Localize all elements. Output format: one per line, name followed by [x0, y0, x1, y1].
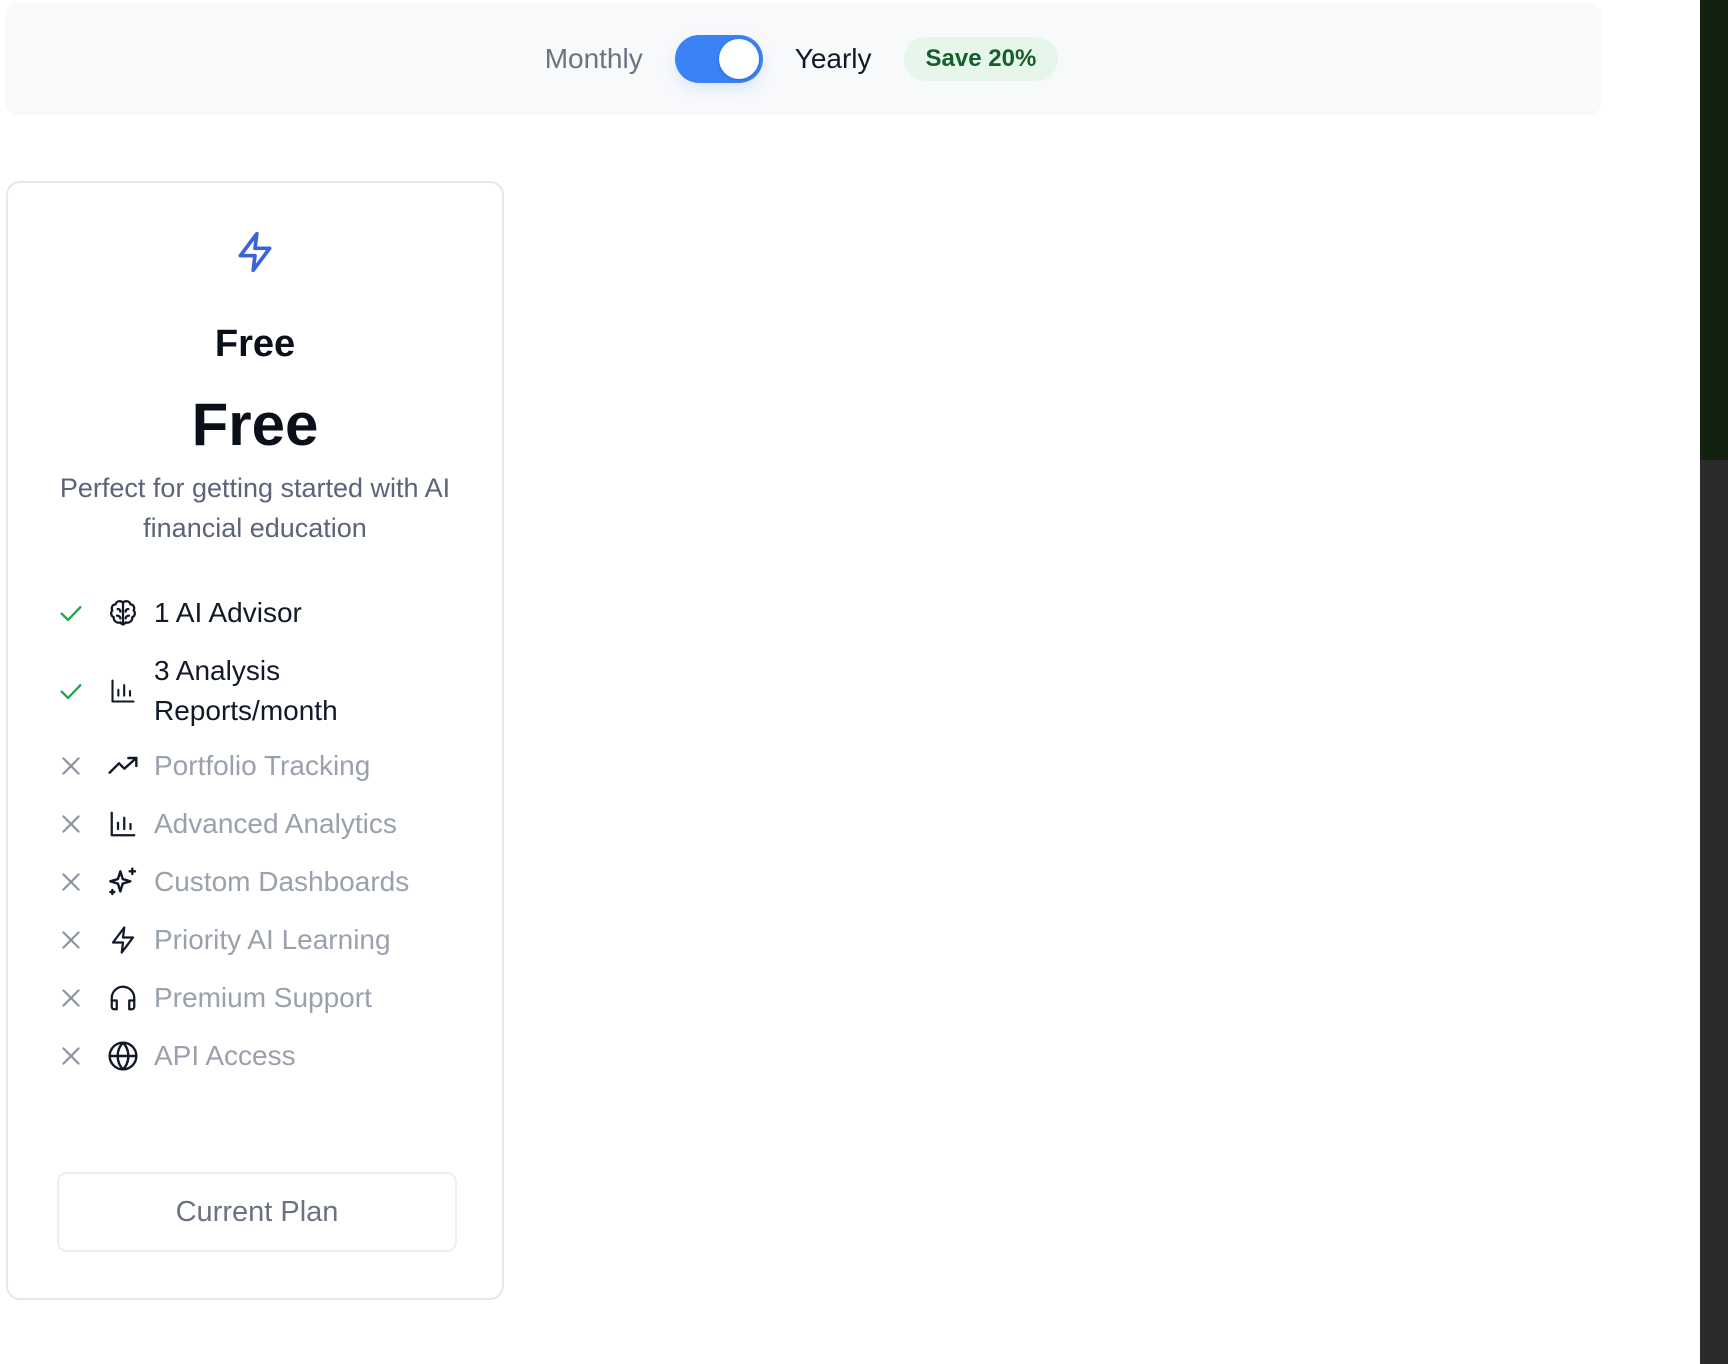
close-icon: [56, 809, 86, 839]
sparkles-icon: [106, 865, 140, 899]
feature-item: 1 AI Advisor: [56, 593, 476, 633]
bar-chart-icon: [106, 674, 140, 708]
check-icon: [56, 676, 86, 706]
feature-item: API Access: [56, 1036, 476, 1076]
check-icon: [56, 598, 86, 628]
plan-description: Perfect for getting started with AI fina…: [59, 473, 451, 543]
feature-label: Custom Dashboards: [154, 866, 410, 897]
save-badge: Save 20%: [903, 37, 1059, 81]
plan-card-free: Free Free Perfect for getting started wi…: [6, 181, 504, 1300]
plan-name: Free: [214, 323, 296, 365]
billing-period-bar: Monthly Yearly Save 20%: [5, 3, 1602, 115]
close-icon: [56, 867, 86, 897]
billing-period-toggle[interactable]: [674, 35, 763, 83]
close-icon: [56, 1041, 86, 1071]
feature-item: Advanced Analytics: [56, 804, 476, 844]
feature-item: Premium Support: [56, 978, 476, 1018]
feature-label: 1 AI Advisor: [154, 597, 302, 628]
bar-chart-icon: [106, 807, 140, 841]
plan-price: Free: [191, 391, 319, 458]
feature-item: Priority AI Learning: [56, 920, 476, 960]
monthly-label[interactable]: Monthly: [545, 45, 643, 73]
feature-item: Custom Dashboards: [56, 862, 476, 902]
lightning-icon: [8, 227, 502, 277]
lightning-icon: [106, 923, 140, 957]
current-plan-button[interactable]: Current Plan: [57, 1172, 457, 1252]
pricing-page: Monthly Yearly Save 20% Free Free Perfec…: [0, 0, 1728, 1364]
feature-item: 3 Analysis Reports/month: [56, 651, 476, 731]
close-icon: [56, 983, 86, 1013]
feature-label: Premium Support: [154, 982, 372, 1013]
trending-up-icon: [106, 749, 140, 783]
feature-label: Advanced Analytics: [154, 808, 397, 839]
close-icon: [56, 925, 86, 955]
feature-label: 3 Analysis Reports/month: [154, 655, 338, 726]
headphones-icon: [106, 981, 140, 1015]
close-icon: [56, 751, 86, 781]
feature-item: Portfolio Tracking: [56, 746, 476, 786]
brain-icon: [106, 596, 140, 630]
toggle-knob: [718, 39, 759, 79]
globe-icon: [106, 1039, 140, 1073]
feature-label: API Access: [154, 1040, 296, 1071]
feature-label: Priority AI Learning: [154, 924, 391, 955]
feature-label: Portfolio Tracking: [154, 750, 371, 781]
window-edge-strip-lower: [1700, 460, 1728, 1364]
window-edge-strip: [1700, 0, 1728, 460]
yearly-label[interactable]: Yearly: [795, 45, 872, 73]
